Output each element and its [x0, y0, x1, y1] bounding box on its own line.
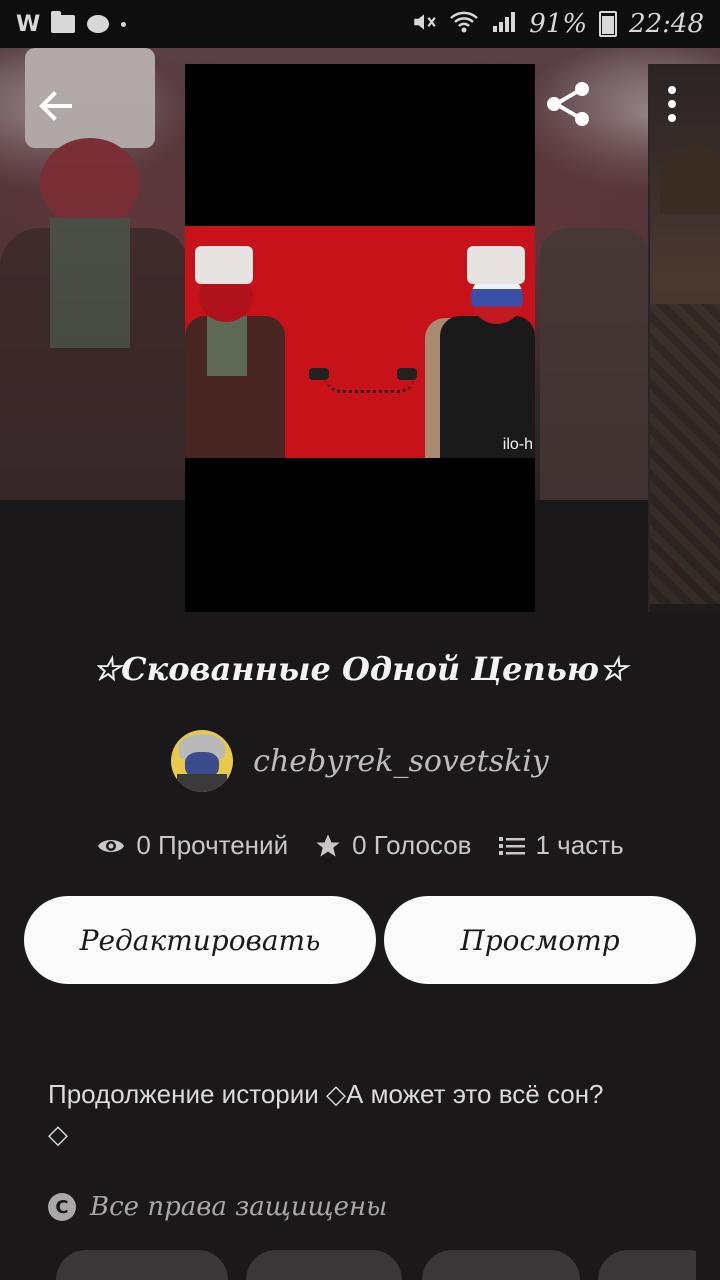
copyright-icon: C [48, 1193, 76, 1221]
votes-stat: 0 Голосов [314, 830, 472, 861]
tag-chips [56, 1250, 696, 1280]
description-line: Продолжение истории ◇А может это всё сон… [48, 1079, 604, 1109]
tag-chip[interactable] [246, 1250, 402, 1280]
mute-icon [411, 9, 437, 40]
story-title: ☆Скованные Одной Цепью☆ [92, 650, 628, 688]
dot-icon [121, 21, 127, 27]
votes-count: 0 Голосов [352, 830, 472, 860]
author-name[interactable]: chebyrek_sovetskiy [253, 744, 549, 779]
eye-icon [98, 839, 125, 852]
share-button[interactable] [542, 78, 594, 130]
cover-watermark: ilo-h [502, 436, 533, 453]
story-stats: 0 Прочтений 0 Голосов 1 часть [0, 830, 720, 861]
status-bar-left: W [16, 11, 127, 37]
wifi-icon [449, 10, 479, 39]
clock: 22:48 [629, 9, 704, 39]
tag-chip[interactable] [422, 1250, 580, 1280]
copyright-label: Все права защищены [90, 1192, 388, 1222]
star-icon [316, 833, 340, 856]
avatar[interactable] [171, 730, 234, 792]
parts-stat: 1 часть [498, 830, 624, 861]
status-bar: W 91% 22:48 [0, 0, 720, 48]
cover-illustration: ilo-h [185, 226, 535, 458]
story-description: Продолжение истории ◇А может это всё сон… [48, 1074, 688, 1154]
author-row[interactable]: chebyrek_sovetskiy [0, 730, 720, 792]
more-vertical-icon [668, 86, 676, 122]
more-options-button[interactable] [654, 82, 690, 126]
folder-icon [51, 11, 76, 33]
arrow-left-icon [39, 91, 72, 121]
parts-count: 1 часть [535, 830, 624, 860]
signal-icon [491, 10, 517, 39]
list-icon [498, 836, 525, 855]
reads-stat: 0 Прочтений [96, 830, 288, 861]
battery-icon [599, 11, 618, 37]
battery-percent: 91% [529, 9, 588, 39]
description-line: ◇ [48, 1119, 68, 1149]
copyright-row: C Все права защищены [48, 1192, 387, 1222]
reads-count: 0 Прочтений [136, 830, 289, 860]
edit-button[interactable]: Редактировать [24, 896, 376, 984]
status-bar-right: 91% 22:48 [411, 9, 704, 40]
tag-chip[interactable] [56, 1250, 228, 1280]
chat-icon [87, 15, 110, 33]
tag-chip[interactable] [598, 1250, 696, 1280]
next-story-cover[interactable] [648, 64, 720, 612]
back-button[interactable] [34, 84, 78, 128]
story-cover[interactable]: ilo-h [185, 64, 535, 612]
view-button[interactable]: Просмотр [384, 896, 696, 984]
share-icon [547, 82, 589, 126]
wattpad-notification-icon: W [16, 11, 40, 37]
